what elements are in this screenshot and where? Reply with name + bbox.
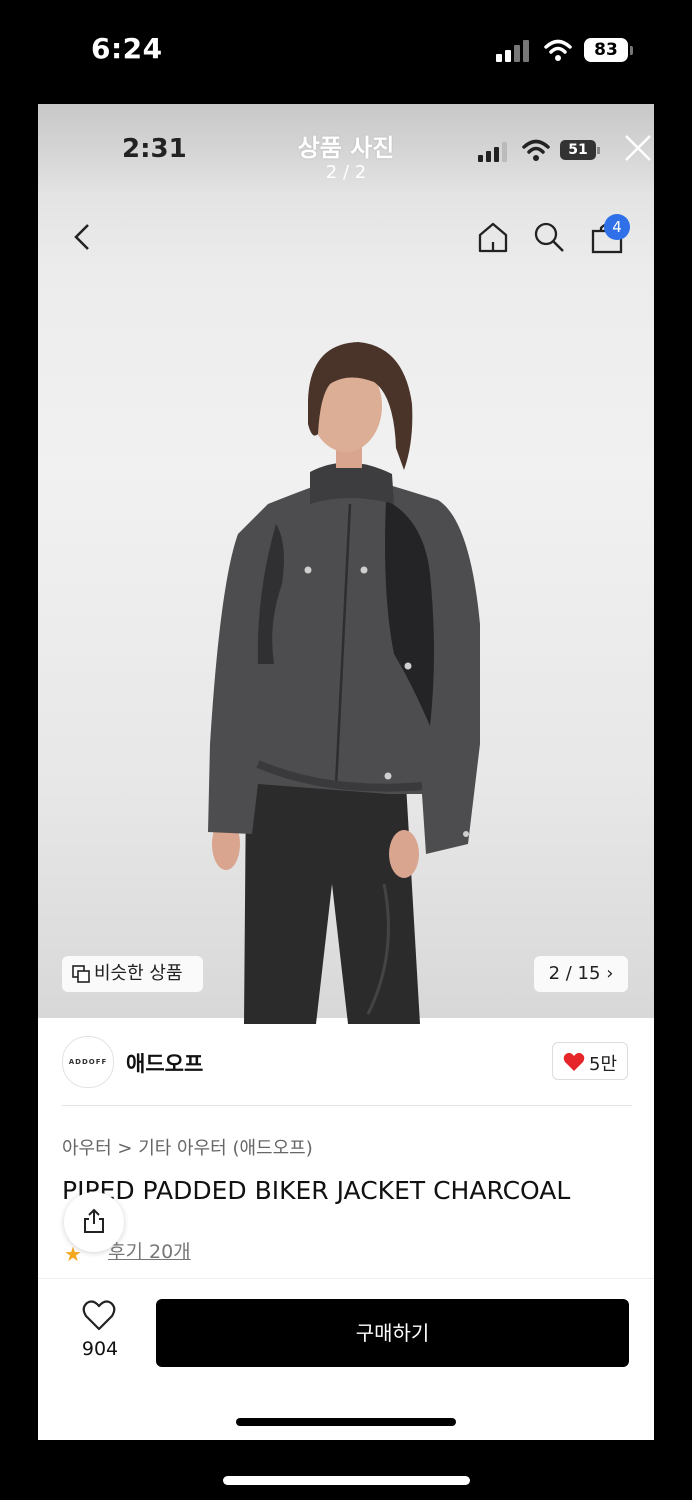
brand-like-count: 5만 [589, 1054, 618, 1075]
buy-button[interactable]: 구매하기 [156, 1299, 629, 1367]
similar-products-label: 비슷한 상품 [94, 963, 183, 984]
brand-name[interactable]: 애드오프 [126, 1048, 203, 1078]
search-icon[interactable] [532, 220, 566, 254]
viewer-page-count: 2 / 2 [325, 162, 367, 183]
back-chevron-icon[interactable] [66, 220, 100, 254]
cart-badge: 4 [604, 214, 630, 240]
model-photo-jacket [208, 342, 480, 1024]
divider [62, 1105, 632, 1106]
gallery-page-indicator[interactable]: 2 / 15 › [534, 956, 628, 992]
inner-signal-icon [478, 142, 507, 162]
outer-status-time: 6:24 [91, 32, 163, 65]
close-icon[interactable] [622, 132, 654, 164]
inner-battery-icon: 51 [560, 140, 604, 162]
battery-icon: 83 [584, 38, 636, 64]
inner-home-indicator [236, 1418, 456, 1426]
heart-icon [563, 1052, 585, 1071]
brand-like-button[interactable]: 5만 [552, 1042, 628, 1080]
review-link[interactable]: 후기 20개 [108, 1237, 191, 1264]
divider [38, 1278, 654, 1279]
copy-icon [72, 965, 90, 983]
inner-battery-level: 51 [568, 142, 588, 158]
wishlist-count: 904 [81, 1338, 119, 1360]
battery-level: 83 [594, 40, 618, 60]
inner-wifi-icon [522, 139, 550, 161]
similar-products-button[interactable]: 비슷한 상품 [62, 956, 203, 992]
brand-logo[interactable]: ADDOFF [62, 1036, 114, 1088]
share-button[interactable] [64, 1192, 124, 1252]
product-screenshot: 2:31 상품 사진 2 / 2 51 4 비슷한 상품 2 / 15 › AD… [38, 104, 654, 1440]
home-icon[interactable] [476, 220, 510, 254]
category-breadcrumb[interactable]: 아우터 > 기타 아우터 (애드오프) [62, 1134, 313, 1160]
share-icon [84, 1208, 104, 1233]
home-indicator[interactable] [223, 1476, 470, 1485]
signal-icon [496, 40, 529, 62]
product-name: PIPED PADDED BIKER JACKET CHARCOAL [62, 1176, 571, 1205]
wishlist-heart-icon[interactable] [82, 1300, 116, 1332]
wifi-icon [544, 39, 572, 61]
gallery-page-text: 2 / 15 [548, 963, 601, 984]
